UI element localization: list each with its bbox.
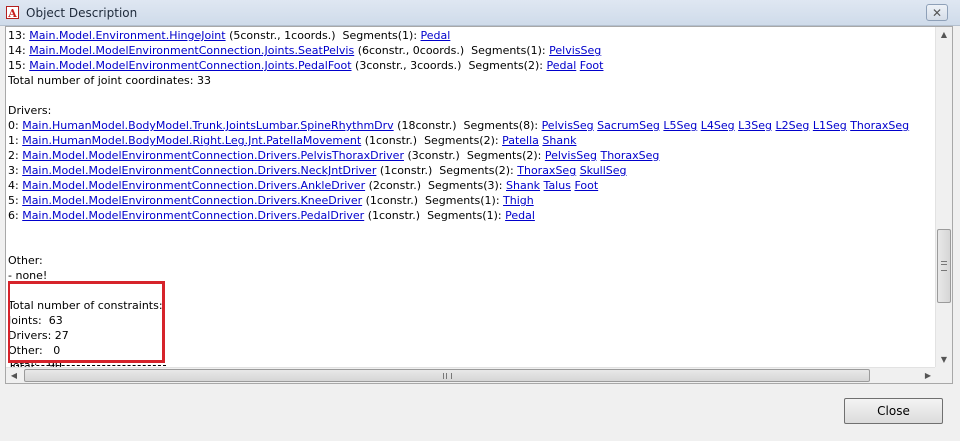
driver-row: 2: Main.Model.ModelEnvironmentConnection… xyxy=(8,148,933,163)
driver-row: 5: Main.Model.ModelEnvironmentConnection… xyxy=(8,193,933,208)
segment-link[interactable]: SkullSeg xyxy=(580,164,627,177)
object-link[interactable]: Main.Model.ModelEnvironmentConnection.Dr… xyxy=(22,209,364,222)
object-link[interactable]: Main.Model.ModelEnvironmentConnection.Dr… xyxy=(22,164,376,177)
constraint-info: (6constr., 0coords.) Segments(1): xyxy=(354,44,550,57)
segment-link[interactable]: Pedal xyxy=(421,29,451,42)
segment-link[interactable]: L1Seg xyxy=(813,119,847,132)
totals-drivers: Drivers: 27 xyxy=(8,329,69,342)
segment-link[interactable]: Shank xyxy=(542,134,576,147)
vertical-scroll-thumb[interactable] xyxy=(937,229,951,303)
scroll-left-arrow-icon[interactable]: ◀ xyxy=(6,368,22,383)
window-close-button[interactable]: ✕ xyxy=(926,4,948,21)
other-value: - none! xyxy=(8,269,48,282)
totals-joints: Joints: 63 xyxy=(8,314,63,327)
row-index: 3: xyxy=(8,164,23,177)
other-header: Other: xyxy=(8,254,43,267)
segment-link[interactable]: Thigh xyxy=(503,194,534,207)
segment-link[interactable]: L2Seg xyxy=(775,119,809,132)
segment-link[interactable]: L4Seg xyxy=(701,119,735,132)
constraint-info: (3constr., 3coords.) Segments(2): xyxy=(351,59,547,72)
horizontal-scrollbar[interactable]: ◀ ▶ xyxy=(6,367,936,383)
description-panel: 13: Main.Model.Environment.HingeJoint (5… xyxy=(5,26,953,384)
scroll-up-arrow-icon[interactable]: ▲ xyxy=(936,27,952,43)
driver-row: 0: Main.HumanModel.BodyModel.Trunk.Joint… xyxy=(8,118,933,133)
segment-link[interactable]: SacrumSeg xyxy=(597,119,660,132)
segment-link[interactable]: PelvisSeg xyxy=(542,119,594,132)
row-index: 0: xyxy=(8,119,23,132)
window-title: Object Description xyxy=(26,6,138,20)
row-index: 2: xyxy=(8,149,23,162)
joint-row: 15: Main.Model.ModelEnvironmentConnectio… xyxy=(8,58,933,73)
segment-link[interactable]: ThoraxSeg xyxy=(850,119,909,132)
object-link[interactable]: Main.Model.ModelEnvironmentConnection.Jo… xyxy=(29,44,354,57)
grip-line xyxy=(941,264,947,265)
object-link[interactable]: Main.Model.Environment.HingeJoint xyxy=(29,29,225,42)
driver-row: 4: Main.Model.ModelEnvironmentConnection… xyxy=(8,178,933,193)
constraint-info: (1constr.) Segments(2): xyxy=(376,164,518,177)
grip-icon xyxy=(941,261,947,271)
driver-row: 3: Main.Model.ModelEnvironmentConnection… xyxy=(8,163,933,178)
driver-row: 6: Main.Model.ModelEnvironmentConnection… xyxy=(8,208,933,223)
scroll-down-arrow-icon[interactable]: ▼ xyxy=(936,352,952,368)
segment-link[interactable]: Talus xyxy=(544,179,571,192)
segment-link[interactable]: L5Seg xyxy=(663,119,697,132)
total-joint-coordinates: Total number of joint coordinates: 33 xyxy=(8,74,211,87)
row-index: 1: xyxy=(8,134,23,147)
segment-link[interactable]: Shank xyxy=(506,179,540,192)
drivers-list: 0: Main.HumanModel.BodyModel.Trunk.Joint… xyxy=(8,118,933,223)
totals-header: Total number of constraints: xyxy=(8,299,163,312)
object-link[interactable]: Main.HumanModel.BodyModel.Right.Leg.Jnt.… xyxy=(22,134,361,147)
joint-row: 14: Main.Model.ModelEnvironmentConnectio… xyxy=(8,43,933,58)
row-index: 6: xyxy=(8,209,23,222)
constraint-info: (1constr.) Segments(1): xyxy=(364,209,506,222)
row-index: 4: xyxy=(8,179,23,192)
constraint-info: (3constr.) Segments(2): xyxy=(403,149,545,162)
row-index: 13: xyxy=(8,29,30,42)
joints-list: 13: Main.Model.Environment.HingeJoint (5… xyxy=(8,28,933,73)
segment-link[interactable]: ThoraxSeg xyxy=(517,164,576,177)
object-link[interactable]: Main.Model.ModelEnvironmentConnection.Dr… xyxy=(22,149,404,162)
object-link[interactable]: Main.HumanModel.BodyModel.Trunk.JointsLu… xyxy=(22,119,393,132)
driver-row: 1: Main.HumanModel.BodyModel.Right.Leg.J… xyxy=(8,133,933,148)
row-index: 14: xyxy=(8,44,30,57)
totals-other: Other: 0 xyxy=(8,344,61,357)
description-text: 13: Main.Model.Environment.HingeJoint (5… xyxy=(8,28,933,370)
scroll-corner xyxy=(935,367,952,383)
close-button[interactable]: Close xyxy=(844,398,943,424)
constraint-info: (5constr., 1coords.) Segments(1): xyxy=(225,29,421,42)
object-link[interactable]: Main.Model.ModelEnvironmentConnection.Dr… xyxy=(22,194,362,207)
app-icon: A xyxy=(6,6,19,20)
segment-link[interactable]: Foot xyxy=(580,59,604,72)
segment-link[interactable]: PelvisSeg xyxy=(549,44,601,57)
constraint-info: (18constr.) Segments(8): xyxy=(393,119,542,132)
row-index: 5: xyxy=(8,194,23,207)
segment-link[interactable]: Pedal xyxy=(505,209,535,222)
segment-link[interactable]: ThoraxSeg xyxy=(600,149,659,162)
segment-link[interactable]: Pedal xyxy=(546,59,576,72)
constraint-info: (2constr.) Segments(3): xyxy=(365,179,506,192)
constraint-info: (1constr.) Segments(2): xyxy=(361,134,503,147)
horizontal-scroll-thumb[interactable] xyxy=(24,369,870,382)
object-link[interactable]: Main.Model.ModelEnvironmentConnection.Jo… xyxy=(29,59,351,72)
drivers-header: Drivers: xyxy=(8,104,52,117)
title-bar: A Object Description ✕ xyxy=(0,0,960,26)
row-index: 15: xyxy=(8,59,30,72)
object-link[interactable]: Main.Model.ModelEnvironmentConnection.Dr… xyxy=(22,179,365,192)
grip-icon xyxy=(443,373,452,379)
segment-link[interactable]: PelvisSeg xyxy=(545,149,597,162)
segment-link[interactable]: L3Seg xyxy=(738,119,772,132)
dashed-separator xyxy=(11,365,166,366)
segment-link[interactable]: Patella xyxy=(502,134,539,147)
vertical-scrollbar[interactable]: ▲ ▼ xyxy=(935,27,952,368)
scroll-right-arrow-icon[interactable]: ▶ xyxy=(920,368,936,383)
grip-line xyxy=(446,373,447,379)
segment-link[interactable]: Foot xyxy=(574,179,598,192)
constraint-info: (1constr.) Segments(1): xyxy=(362,194,504,207)
joint-row: 13: Main.Model.Environment.HingeJoint (5… xyxy=(8,28,933,43)
